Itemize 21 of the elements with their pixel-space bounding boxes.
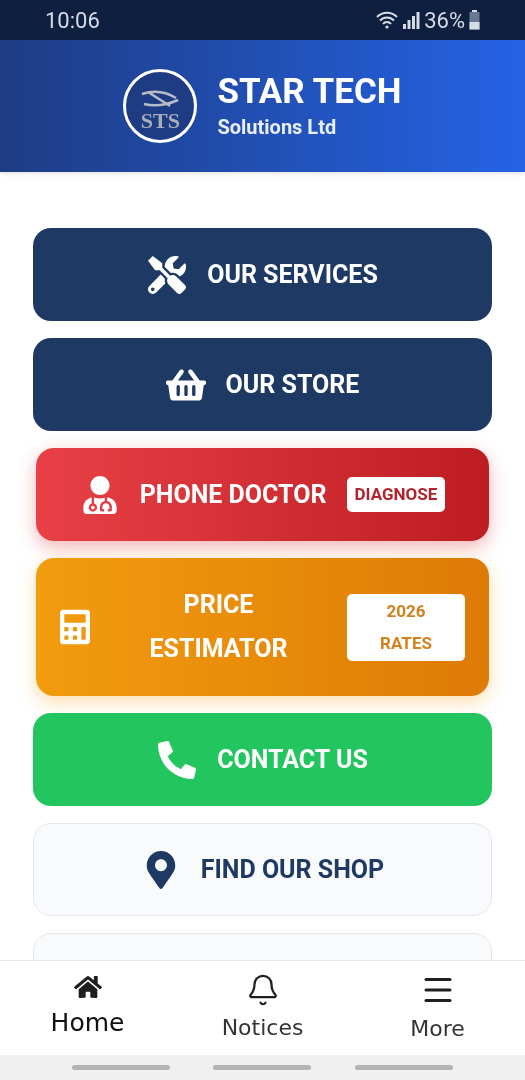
status-time: 10:06 <box>45 6 100 35</box>
brand-title: STAR TECH <box>217 71 402 113</box>
diagnose-badge: DIAGNOSE <box>346 476 446 513</box>
calculator-icon <box>60 608 90 646</box>
brand-subtitle: Solutions Ltd <box>217 114 338 141</box>
nav-tab[interactable]: Notices <box>175 961 350 1055</box>
signal-icon <box>402 11 421 29</box>
nav-tab[interactable]: More <box>350 961 525 1055</box>
home-icon <box>73 974 102 1001</box>
menu-button[interactable]: OUR STORE <box>33 338 492 431</box>
rates-badge: 2026 RATES <box>347 593 465 661</box>
menu-button[interactable]: FIND OUR SHOP <box>33 823 492 916</box>
menu-button[interactable]: OUR SERVICES <box>33 228 492 321</box>
battery-percent: 36% <box>424 6 465 35</box>
logo: STS <box>123 69 198 143</box>
battery-icon <box>469 10 480 30</box>
menu-button[interactable]: PHONE DOCTOR DIAGNOSE <box>36 448 489 541</box>
tools-icon <box>147 255 188 294</box>
wifi-icon <box>376 11 399 29</box>
phone-icon <box>157 740 198 779</box>
nav-tab[interactable]: Home <box>0 961 175 1055</box>
